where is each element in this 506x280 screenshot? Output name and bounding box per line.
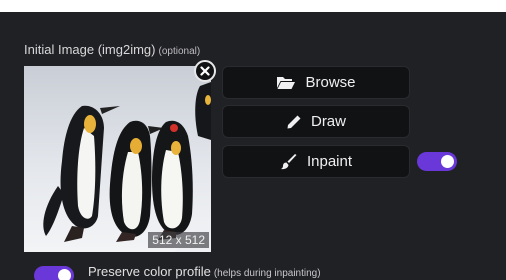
- image-settings-panel: Initial Image (img2img) (optional) 512 x…: [0, 12, 506, 280]
- draw-label: Draw: [310, 113, 346, 130]
- preserve-color-toggle[interactable]: [34, 266, 74, 280]
- draw-button[interactable]: Draw: [223, 106, 409, 137]
- paintbrush-icon: [280, 153, 298, 170]
- toggle-knob: [441, 155, 454, 168]
- browse-label: Browse: [305, 74, 356, 91]
- optional-label: (optional): [158, 46, 201, 57]
- toggle-knob: [58, 269, 71, 280]
- inpaint-label: Inpaint: [306, 153, 353, 170]
- folder-open-icon: [276, 75, 296, 91]
- title-text: Initial Image (img2img): [24, 42, 156, 57]
- init-image-preview[interactable]: 512 x 512: [24, 66, 211, 252]
- image-size-label: 512 x 512: [148, 232, 209, 248]
- preserve-hint: (helps during inpainting): [213, 268, 321, 279]
- preserve-color-label: Preserve color profile (helps during inpa…: [88, 264, 321, 279]
- inpaint-toggle[interactable]: [417, 152, 457, 171]
- penguins-image: [24, 66, 211, 252]
- section-title: Initial Image (img2img) (optional): [24, 42, 200, 57]
- inpaint-button[interactable]: Inpaint: [223, 146, 409, 177]
- remove-image-button[interactable]: [194, 60, 216, 82]
- pencil-icon: [286, 114, 302, 130]
- browse-button[interactable]: Browse: [223, 67, 409, 98]
- close-icon: [200, 66, 210, 76]
- preserve-label-text: Preserve color profile: [88, 264, 211, 279]
